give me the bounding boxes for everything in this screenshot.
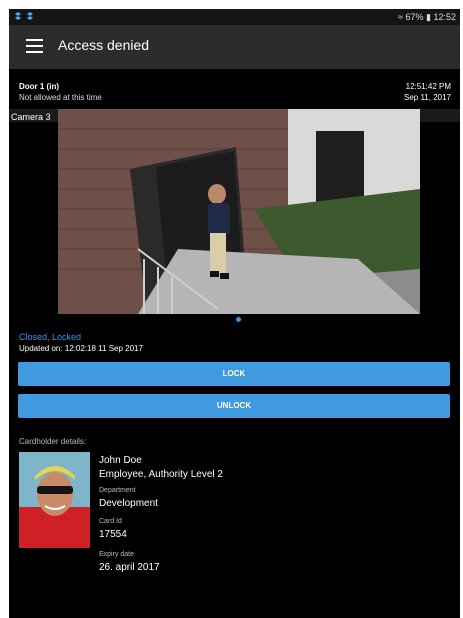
wifi-icon: ≈ — [398, 12, 403, 22]
status-right: ≈ 67% ▮ 12:52 — [398, 12, 456, 23]
dropbox-icon — [15, 12, 33, 20]
event-reason: Not allowed at this time — [19, 93, 102, 102]
card-id-value: 17554 — [99, 529, 127, 540]
card-id-label: Card Id — [99, 518, 122, 525]
camera-page-indicator — [236, 317, 241, 322]
battery-icon: ▮ — [426, 12, 431, 22]
cardholder-name: John Doe — [99, 455, 142, 466]
status-clock: 12:52 — [433, 12, 456, 22]
department-label: Department — [99, 487, 136, 494]
door-lock-status: Closed, Locked — [19, 332, 82, 342]
camera-video-feed[interactable] — [58, 109, 420, 314]
camera-label: Camera 3 — [11, 112, 51, 122]
notification-icons — [13, 12, 37, 24]
battery-percent: 67% — [405, 12, 424, 22]
camera-snapshot — [58, 109, 420, 314]
cardholder-role: Employee, Authority Level 2 — [99, 469, 223, 480]
app-bar: Access denied — [9, 25, 460, 69]
hamburger-menu-icon[interactable] — [26, 39, 43, 53]
expiry-date-value: 26. april 2017 — [99, 562, 160, 573]
unlock-button[interactable]: UNLOCK — [18, 394, 450, 418]
cardholder-header: Cardholder details: — [19, 437, 87, 446]
event-date: Sep 11, 2017 — [403, 93, 451, 102]
app-screen: ≈ 67% ▮ 12:52 Access denied Door 1 (in) … — [9, 9, 460, 618]
avatar — [19, 452, 90, 548]
page-title: Access denied — [58, 37, 150, 53]
event-time: 12:51:42 PM — [405, 82, 451, 91]
door-name: Door 1 (in) — [19, 82, 59, 91]
department-value: Development — [99, 498, 158, 509]
lock-button[interactable]: LOCK — [18, 362, 450, 386]
cardholder-photo — [19, 452, 90, 548]
status-bar: ≈ 67% ▮ 12:52 — [9, 9, 460, 25]
door-updated-timestamp: Updated on: 12:02:18 11 Sep 2017 — [19, 344, 143, 353]
expiry-date-label: Expiry date — [99, 551, 135, 558]
